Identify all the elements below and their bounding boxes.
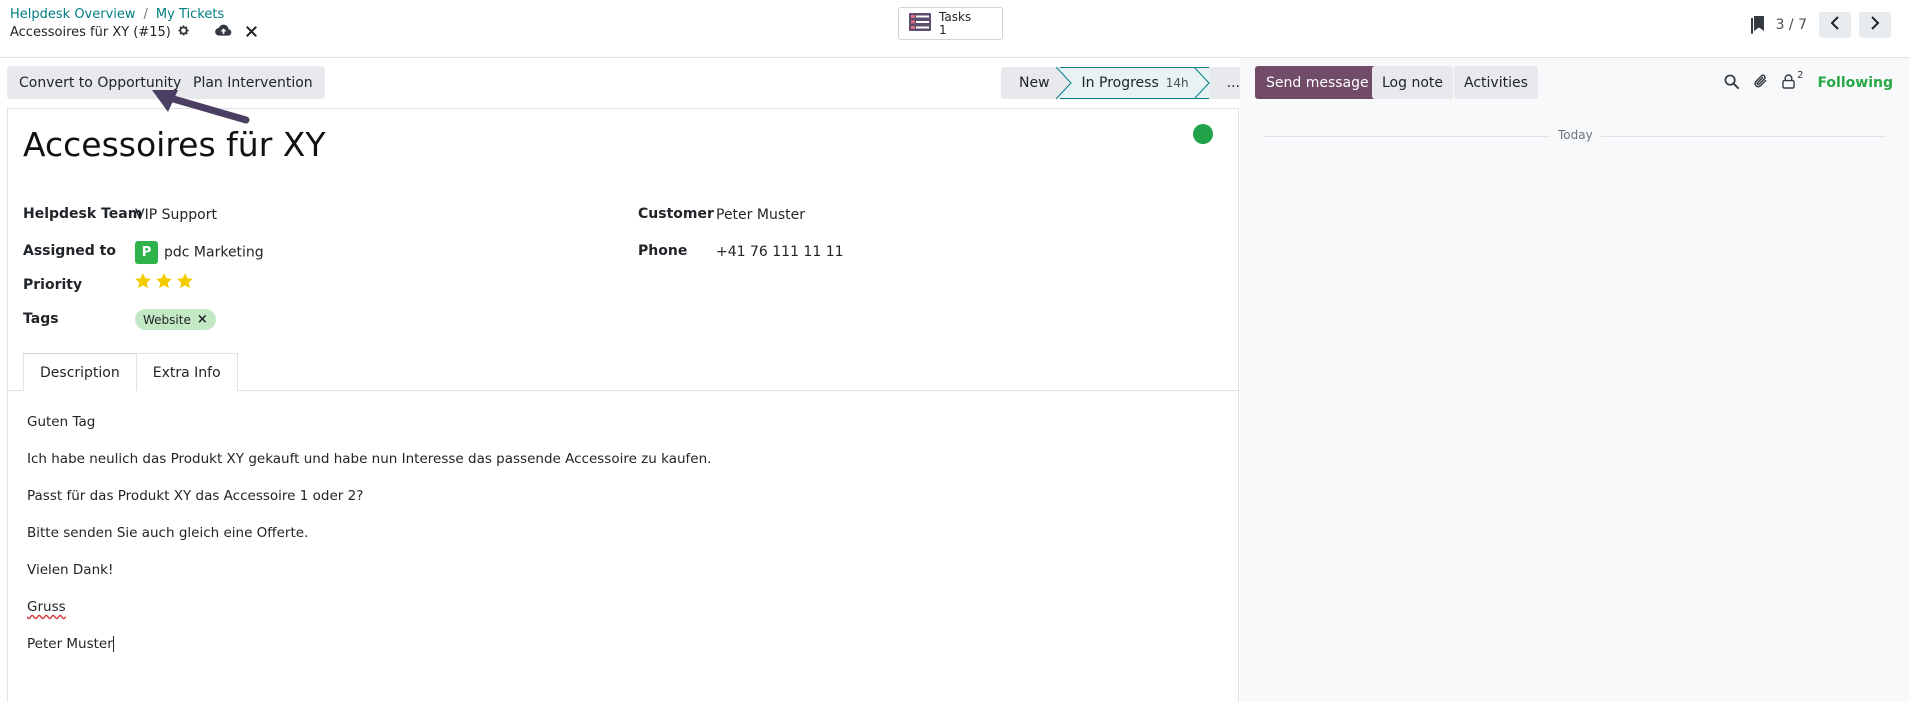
customer-label: Customer [638, 206, 714, 222]
star-icon[interactable] [176, 272, 194, 294]
tag-website: Website × [135, 309, 216, 330]
record-title-row: Accessoires für XY (#15) [10, 24, 190, 41]
description-line: Bitte senden Sie auch gleich eine Offert… [27, 525, 309, 541]
priority-stars [134, 272, 194, 294]
tasks-count: 1 [939, 22, 947, 37]
chatter-topbar-tools: 2 Following [1724, 70, 1893, 93]
chevron-right-icon [1870, 16, 1880, 34]
signature-text: Peter Muster [27, 636, 113, 652]
phone-field[interactable]: +41 76 111 11 11 [716, 244, 844, 260]
description-line: Gruss [27, 599, 711, 636]
star-icon[interactable] [155, 272, 173, 294]
paperclip-icon[interactable] [1753, 73, 1768, 93]
following-button[interactable]: Following [1817, 75, 1893, 91]
description-line: Ich habe neulich das Produkt XY gekauft … [27, 451, 712, 467]
helpdesk-team-field[interactable]: VIP Support [135, 207, 217, 223]
tab-extra-info[interactable]: Extra Info [136, 353, 238, 391]
stage-in-progress[interactable]: In Progress 14h [1059, 67, 1209, 99]
gear-icon[interactable] [177, 24, 190, 41]
tag-label: Website [143, 312, 191, 327]
discard-icon[interactable] [246, 25, 257, 41]
description-line: Passt für das Produkt XY das Accessoire … [27, 488, 364, 504]
assigned-to-value: pdc Marketing [164, 244, 264, 261]
notebook-tabs: Description Extra Info [23, 353, 238, 391]
tasks-label: Tasks [939, 9, 972, 24]
bookmark-icon[interactable] [1751, 16, 1765, 38]
pager-next-button[interactable] [1859, 12, 1891, 38]
tasks-icon [909, 12, 931, 35]
phone-label: Phone [638, 243, 688, 259]
record-actions [215, 24, 257, 41]
followers-button[interactable]: 2 [1782, 70, 1803, 93]
avatar: P [135, 241, 158, 264]
description-editor[interactable]: Guten Tag Ich habe neulich das Produkt X… [27, 414, 711, 673]
text-cursor [112, 636, 114, 652]
send-message-button[interactable]: Send message [1255, 66, 1380, 99]
stage-new[interactable]: New [1001, 67, 1060, 99]
assigned-to-field[interactable]: Ppdc Marketing [135, 241, 264, 264]
assigned-to-label: Assigned to [23, 243, 116, 259]
tab-description[interactable]: Description [23, 353, 137, 391]
breadcrumb: Helpdesk Overview / My Tickets [10, 7, 224, 22]
chatter-panel [1240, 58, 1909, 702]
stage-in-progress-label: In Progress [1081, 75, 1159, 91]
control-panel: Helpdesk Overview / My Tickets Accessoir… [0, 0, 1909, 58]
stage-more-label: ... [1226, 75, 1240, 91]
tasks-smart-button-text: Tasks 1 [939, 9, 972, 37]
priority-label: Priority [23, 277, 83, 293]
customer-field[interactable]: Peter Muster [716, 207, 805, 223]
description-line: Guten Tag [27, 414, 96, 430]
chevron-left-icon [1830, 16, 1840, 34]
activities-button[interactable]: Activities [1454, 66, 1538, 99]
misspelled-word: Gruss [27, 599, 66, 615]
pager: 3 / 7 [1776, 12, 1891, 38]
cloud-upload-icon[interactable] [215, 24, 232, 41]
tasks-smart-button[interactable]: Tasks 1 [898, 7, 1003, 40]
kanban-state-indicator[interactable] [1193, 124, 1213, 144]
remove-tag-icon[interactable]: × [197, 312, 208, 327]
tags-label: Tags [23, 311, 59, 327]
stage-statusbar: New In Progress 14h ... [1001, 67, 1256, 99]
helpdesk-team-label: Helpdesk Team [23, 206, 143, 222]
pager-previous-button[interactable] [1819, 12, 1851, 38]
breadcrumb-separator: / [143, 7, 148, 22]
followers-count: 2 [1797, 69, 1804, 81]
annotation-arrow-icon [152, 90, 250, 124]
description-line: Vielen Dank! [27, 562, 114, 578]
search-icon[interactable] [1724, 74, 1740, 93]
user-lock-icon [1782, 73, 1795, 93]
description-line: Peter Muster [27, 636, 711, 673]
log-note-button[interactable]: Log note [1372, 66, 1453, 99]
stage-new-label: New [1019, 75, 1050, 91]
stage-arrow-left [1056, 67, 1072, 99]
star-icon[interactable] [134, 272, 152, 294]
pager-value[interactable]: 3 / 7 [1776, 17, 1807, 33]
breadcrumb-my-tickets[interactable]: My Tickets [156, 7, 224, 22]
stage-arrow-right [1194, 67, 1210, 99]
stage-duration: 14h [1165, 76, 1189, 90]
ticket-name[interactable]: Accessoires für XY [23, 125, 326, 164]
record-title: Accessoires für XY (#15) [10, 25, 171, 40]
breadcrumb-helpdesk-overview[interactable]: Helpdesk Overview [10, 7, 136, 22]
date-separator-label: Today [1550, 128, 1601, 142]
